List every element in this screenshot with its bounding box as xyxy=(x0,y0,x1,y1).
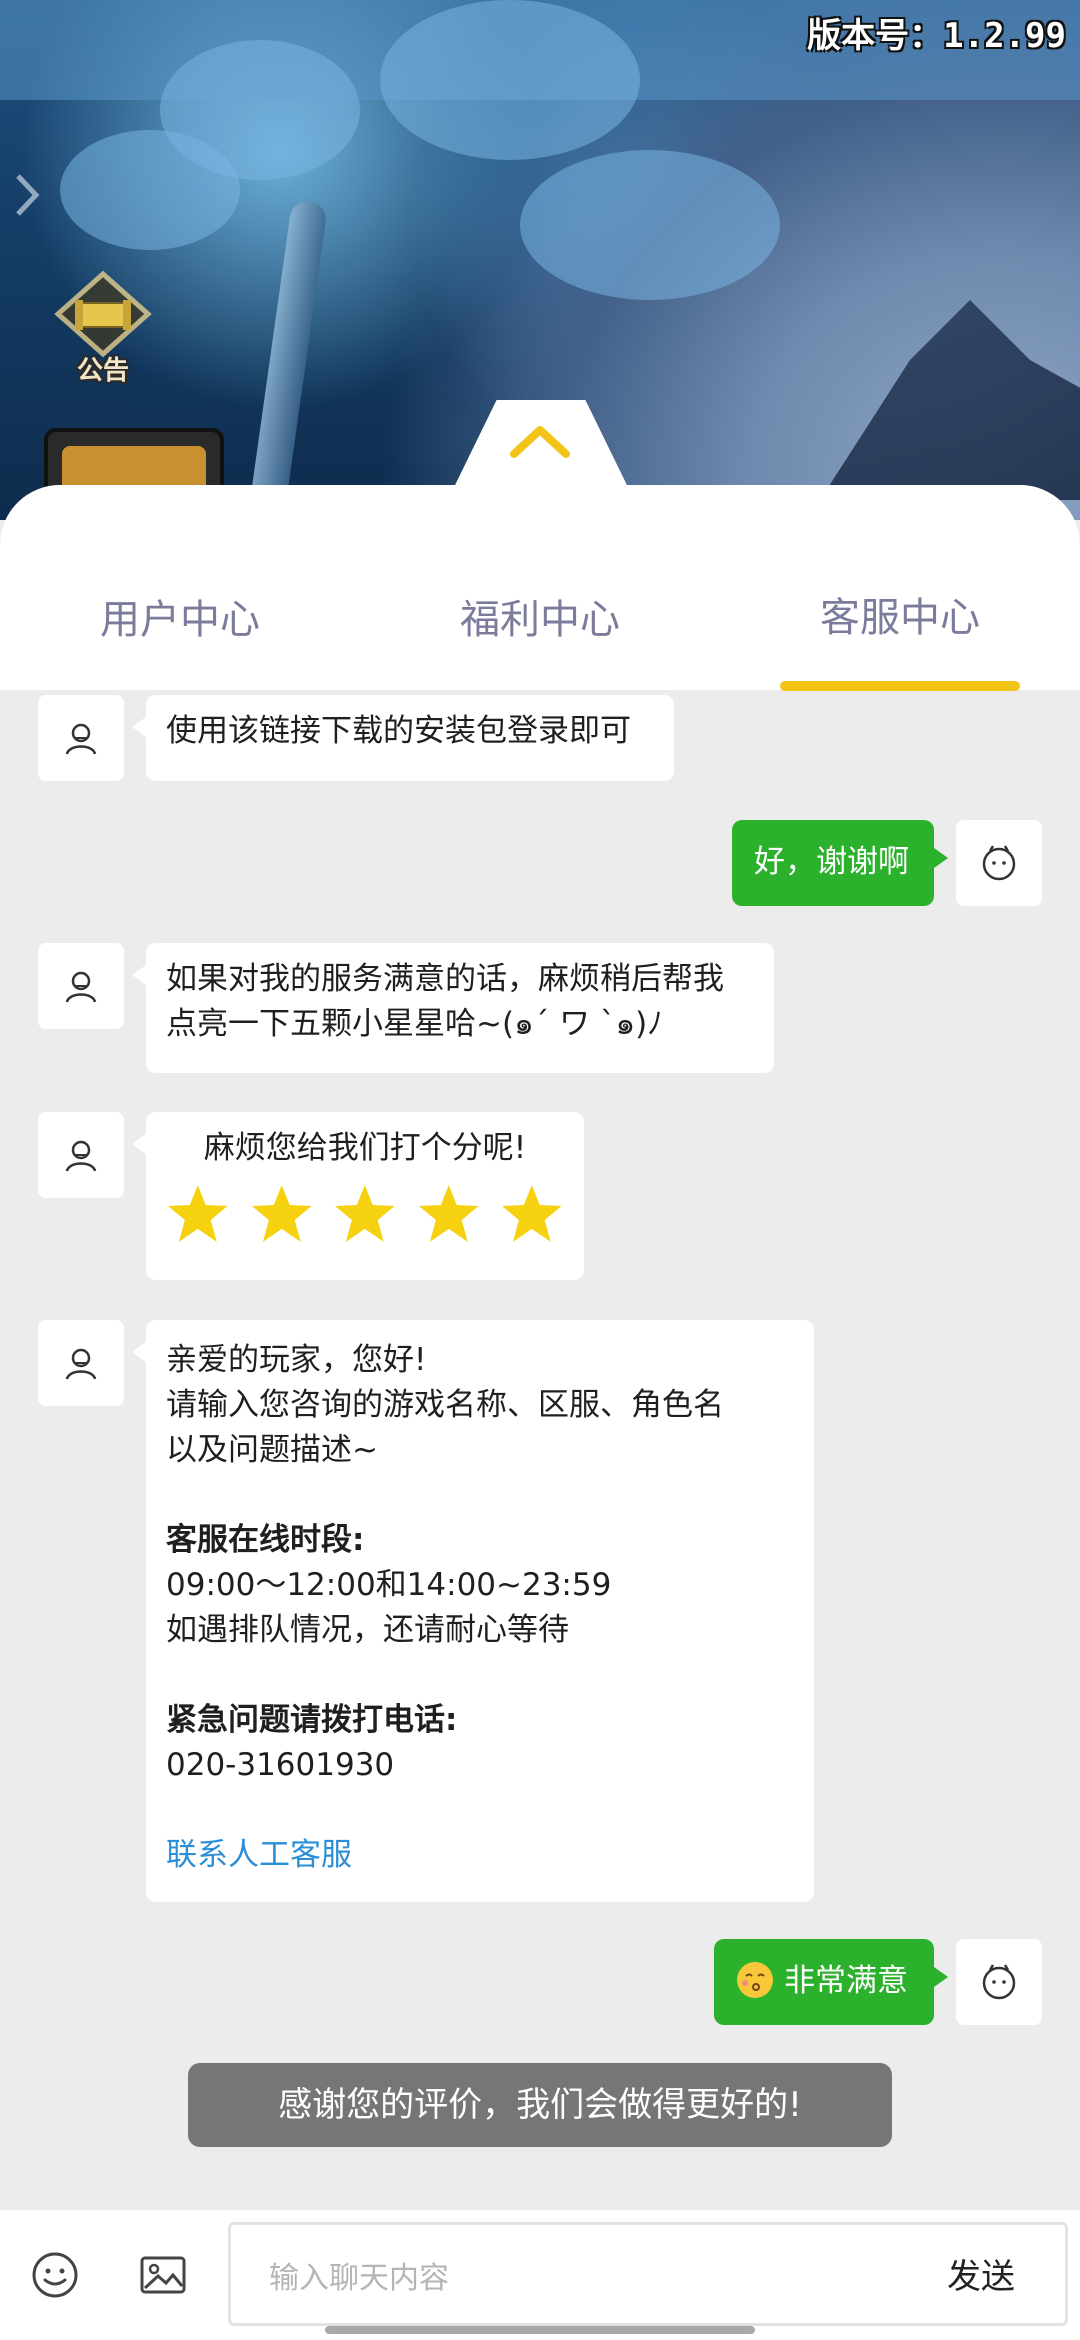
star-icon[interactable] xyxy=(166,1181,230,1245)
star-rating xyxy=(166,1181,564,1245)
tab-user-center[interactable]: 用户中心 xyxy=(0,587,360,645)
user-avatar xyxy=(956,820,1042,906)
welcome-message: 亲爱的玩家，您好! 请输入您咨询的游戏名称、区服、角色名 以及问题描述~ 客服在… xyxy=(132,1320,814,1902)
tab-bar: 用户中心 福利中心 客服中心 xyxy=(0,485,1080,691)
notice-scroll-icon xyxy=(54,270,152,358)
pagoda-roof xyxy=(820,300,1080,500)
active-tab-indicator xyxy=(780,681,1020,691)
user-avatar xyxy=(956,1939,1042,2025)
message-line: 如果对我的服务满意的话，麻烦稍后帮我 xyxy=(166,961,724,997)
urgent-title: 紧急问题请拨打电话: xyxy=(166,1702,458,1738)
greeting-text: 亲爱的玩家，您好! xyxy=(166,1342,427,1378)
queue-text: 如遇排队情况，还请耐心等待 xyxy=(166,1612,569,1648)
agent-message: 如果对我的服务满意的话，麻烦稍后帮我 点亮一下五颗小星星哈~(๑ˊ ワ ˋ๑)ﾉ xyxy=(132,943,774,1073)
chat-input-box[interactable]: 输入聊天内容 发送 xyxy=(228,2222,1068,2326)
tab-customer-service[interactable]: 客服中心 xyxy=(720,585,1080,643)
agent-avatar xyxy=(38,1112,124,1198)
phone-number: 020-31601930 xyxy=(166,1747,395,1783)
kiss-emoji-icon xyxy=(737,1962,773,1998)
message-text: 好，谢谢啊 xyxy=(754,844,909,880)
user-icon xyxy=(65,723,97,755)
leaf-cluster xyxy=(60,130,240,250)
face-icon xyxy=(982,845,1016,881)
send-button[interactable]: 发送 xyxy=(947,2249,1015,2298)
user-icon xyxy=(65,1140,97,1172)
rating-title: 麻烦您给我们打个分呢! xyxy=(203,1130,527,1166)
home-indicator[interactable] xyxy=(325,2326,755,2334)
user-message: 好，谢谢啊 xyxy=(732,820,948,906)
agent-message: 使用该链接下载的安装包登录即可 xyxy=(132,695,674,781)
hours-text: 09:00～12:00和14:00~23:59 xyxy=(166,1567,612,1603)
face-icon xyxy=(982,1964,1016,2000)
user-icon xyxy=(65,1348,97,1380)
hours-title: 客服在线时段: xyxy=(166,1522,365,1558)
chevron-up-icon[interactable] xyxy=(508,420,572,460)
service-panel: 用户中心 福利中心 客服中心 使用该链接下载的安装包登录即可 好，谢谢啊 如果对… xyxy=(0,485,1080,2340)
star-icon[interactable] xyxy=(333,1181,397,1245)
notice-button[interactable]: 公告 xyxy=(48,270,158,390)
agent-avatar xyxy=(38,695,124,781)
game-background: 版本号：1.2.99 公告 xyxy=(0,0,1080,520)
user-message: 非常满意 xyxy=(714,1939,948,2025)
tree-trunk xyxy=(247,199,329,520)
star-icon[interactable] xyxy=(417,1181,481,1245)
chat-input-bar: 输入聊天内容 发送 xyxy=(0,2210,1080,2340)
version-label: 版本号：1.2.99 xyxy=(807,16,1066,56)
emoji-icon[interactable] xyxy=(30,2250,80,2300)
star-icon[interactable] xyxy=(500,1181,564,1245)
agent-avatar xyxy=(38,1320,124,1406)
leaf-cluster xyxy=(380,0,640,160)
image-icon[interactable] xyxy=(138,2250,188,2300)
chat-input-field[interactable]: 输入聊天内容 xyxy=(269,2253,449,2297)
contact-agent-link[interactable]: 联系人工客服 xyxy=(166,1833,794,1878)
message-line: 点亮一下五颗小星星哈~(๑ˊ ワ ˋ๑)ﾉ xyxy=(166,1006,663,1042)
toast-message: 感谢您的评价，我们会做得更好的! xyxy=(188,2063,892,2147)
ask-text: 请输入您咨询的游戏名称、区服、角色名 xyxy=(166,1387,724,1423)
message-text: 非常满意 xyxy=(784,1963,908,1999)
leaf-cluster xyxy=(520,150,780,300)
star-icon[interactable] xyxy=(250,1181,314,1245)
notice-label: 公告 xyxy=(76,356,129,386)
user-icon xyxy=(65,971,97,1003)
message-text: 使用该链接下载的安装包登录即可 xyxy=(166,713,631,749)
ask-text: 以及问题描述~ xyxy=(166,1432,378,1468)
chevron-right-icon[interactable] xyxy=(12,170,42,220)
tab-welfare-center[interactable]: 福利中心 xyxy=(360,587,720,645)
agent-avatar xyxy=(38,943,124,1029)
rating-message: 麻烦您给我们打个分呢! xyxy=(132,1112,584,1280)
